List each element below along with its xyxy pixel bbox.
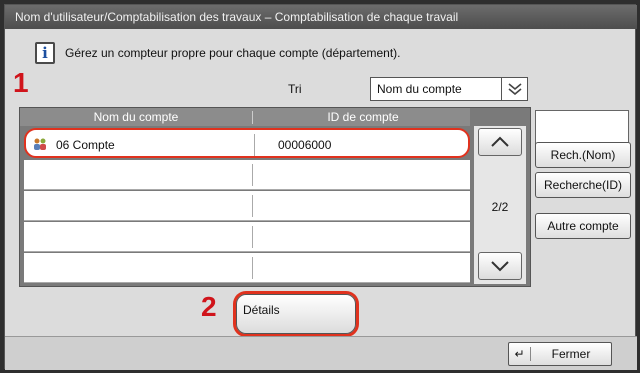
cell-divider <box>252 164 253 186</box>
column-header-account-id: ID de compte <box>327 110 399 124</box>
chevron-down-icon[interactable] <box>501 78 527 100</box>
cell-divider <box>252 195 253 217</box>
step-2-marker: 2 <box>201 291 217 322</box>
table-row[interactable] <box>24 222 470 252</box>
account-icon <box>34 138 46 150</box>
scroll-up-button[interactable] <box>478 128 522 156</box>
header-divider <box>252 111 253 124</box>
search-by-name-button[interactable]: Rech.(Nom) <box>535 142 631 168</box>
cell-divider <box>254 134 255 156</box>
info-icon: i <box>35 42 55 64</box>
chevron-down-icon <box>491 261 509 272</box>
step-1-marker: 1 <box>13 67 29 98</box>
enter-icon: ↵ <box>509 347 531 361</box>
details-button[interactable]: Détails <box>236 294 356 334</box>
column-header-account-name: Nom du compte <box>93 110 179 124</box>
scroll-down-button[interactable] <box>478 252 522 280</box>
info-row: i Gérez un compteur propre pour chaque c… <box>35 41 401 65</box>
sort-label: Tri <box>288 82 302 96</box>
sort-select[interactable]: Nom du compte <box>370 77 528 101</box>
chevron-up-icon <box>491 136 509 147</box>
cell-divider <box>252 257 253 279</box>
table-row[interactable] <box>24 191 470 221</box>
window-title: Nom d'utilisateur/Comptabilisation des t… <box>5 5 637 29</box>
table-row[interactable]: 06 Compte 00006000 <box>24 128 470 158</box>
close-button-label: Fermer <box>551 347 591 361</box>
account-id-cell: 00006000 <box>278 138 332 152</box>
table-header: Nom du compte ID de compte <box>20 108 470 126</box>
scroll-column: 2/2 <box>474 126 526 284</box>
close-button[interactable]: ↵ Fermer <box>508 342 612 366</box>
table-row[interactable] <box>24 253 470 283</box>
dialog-window: Nom d'utilisateur/Comptabilisation des t… <box>4 4 637 370</box>
account-name-cell: 06 Compte <box>56 138 115 152</box>
page-indicator: 2/2 <box>491 200 509 214</box>
other-account-button[interactable]: Autre compte <box>535 213 631 239</box>
account-table: Nom du compte ID de compte 06 Compte 000… <box>19 107 531 287</box>
info-text: Gérez un compteur propre pour chaque com… <box>65 46 401 60</box>
search-by-id-button[interactable]: Recherche(ID) <box>535 172 631 198</box>
table-row[interactable] <box>24 160 470 190</box>
cell-divider <box>252 226 253 248</box>
sort-selected-value: Nom du compte <box>377 82 462 96</box>
